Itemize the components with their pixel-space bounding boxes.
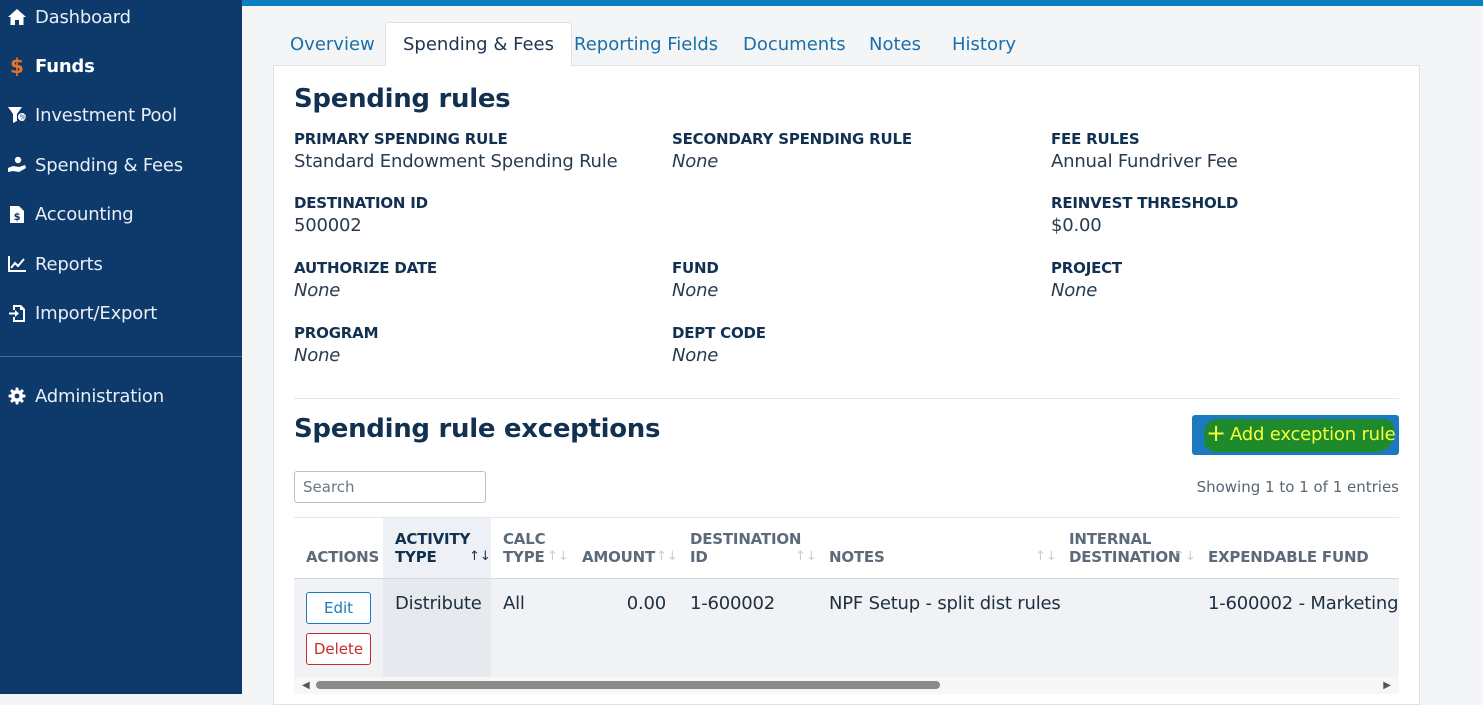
primary-spending-rule-label: PRIMARY SPENDING RULE	[294, 130, 508, 148]
column-header-internal-destination[interactable]: INTERNAL DESTINATION	[1069, 530, 1180, 566]
sidebar-item-label: Investment Pool	[35, 104, 177, 126]
secondary-spending-rule-label: SECONDARY SPENDING RULE	[672, 130, 912, 148]
percent-filter-icon: %	[7, 105, 27, 125]
home-icon	[7, 7, 27, 27]
sort-asc-desc-icon[interactable]: ↑↓	[469, 549, 491, 564]
scroll-right-icon[interactable]: ▶	[1383, 677, 1391, 694]
sidebar-item-import-export[interactable]: Import/Export	[0, 296, 242, 330]
column-header-amount[interactable]: AMOUNT	[582, 548, 655, 566]
sidebar-item-label: Administration	[35, 385, 164, 407]
cell-notes: NPF Setup - split dist rules	[829, 593, 1061, 614]
cell-expendable-fund: 1-600002 - Marketing G	[1208, 593, 1399, 614]
sort-icon[interactable]: ↑↓	[656, 549, 678, 564]
tab-documents[interactable]: Documents	[726, 22, 863, 66]
sidebar-item-label: Funds	[35, 55, 95, 77]
header-line: ACTIVITY	[395, 530, 471, 548]
search-input[interactable]	[294, 471, 486, 503]
project-label: PROJECT	[1051, 259, 1122, 277]
top-accent-bar	[242, 0, 1483, 6]
tab-spending-fees[interactable]: Spending & Fees	[385, 22, 572, 66]
chart-line-icon	[7, 254, 27, 274]
dept-code-label: DEPT CODE	[672, 324, 766, 342]
tab-notes[interactable]: Notes	[852, 22, 938, 66]
header-line: TYPE	[503, 548, 545, 566]
destination-id-label: DESTINATION ID	[294, 194, 428, 212]
program-value: None	[294, 345, 341, 366]
authorize-date-label: AUTHORIZE DATE	[294, 259, 437, 277]
fee-rules-label: FEE RULES	[1051, 130, 1140, 148]
entries-info: Showing 1 to 1 of 1 entries	[1196, 478, 1399, 496]
dollar-icon: $	[10, 54, 24, 78]
header-line: CALC	[503, 530, 546, 548]
column-header-actions: ACTIONS	[306, 548, 380, 566]
sidebar-item-label: Dashboard	[35, 6, 131, 28]
import-icon	[7, 303, 27, 323]
spending-rule-exceptions-heading: Spending rule exceptions	[294, 414, 661, 444]
cell-destination-id: 1-600002	[690, 593, 776, 614]
scrollbar-thumb[interactable]	[316, 681, 940, 689]
sidebar: Dashboard $ Funds % Investment Pool Spen…	[0, 0, 242, 694]
fee-rules-value: Annual Fundriver Fee	[1051, 151, 1238, 172]
fund-value: None	[672, 280, 719, 301]
sidebar-item-spending-fees[interactable]: Spending & Fees	[0, 148, 242, 182]
header-line: DESTINATION	[1069, 548, 1181, 566]
header-line: ID	[690, 548, 708, 566]
gear-icon	[7, 386, 27, 406]
cell-calc-type: All	[503, 593, 525, 614]
sort-icon[interactable]: ↑↓	[547, 549, 569, 564]
authorize-date-value: None	[294, 280, 341, 301]
sort-icon[interactable]: ↑↓	[795, 549, 817, 564]
sidebar-item-funds[interactable]: $ Funds	[0, 49, 242, 83]
cell-amount: 0.00	[626, 593, 666, 614]
tab-history[interactable]: History	[935, 22, 1033, 66]
sidebar-item-investment-pool[interactable]: % Investment Pool	[0, 98, 242, 132]
sidebar-item-label: Import/Export	[35, 302, 158, 324]
svg-text:$: $	[14, 212, 21, 223]
secondary-spending-rule-value: None	[672, 151, 719, 172]
section-divider	[294, 398, 1399, 399]
add-exception-rule-button[interactable]: + Add exception rule	[1192, 415, 1399, 455]
column-header-notes[interactable]: NOTES	[829, 548, 885, 566]
sidebar-item-label: Spending & Fees	[35, 154, 183, 176]
project-value: None	[1051, 280, 1098, 301]
sidebar-item-administration[interactable]: Administration	[0, 379, 242, 413]
sidebar-item-label: Accounting	[35, 203, 134, 225]
header-line: DESTINATION	[690, 530, 802, 548]
svg-text:%: %	[20, 114, 27, 122]
fund-label: FUND	[672, 259, 719, 277]
dept-code-value: None	[672, 345, 719, 366]
destination-id-value: 500002	[294, 215, 362, 236]
add-exception-rule-label: Add exception rule	[1230, 424, 1396, 445]
primary-spending-rule-value: Standard Endowment Spending Rule	[294, 151, 618, 172]
sidebar-item-label: Reports	[35, 253, 103, 275]
column-header-calc-type[interactable]: CALC TYPE	[503, 530, 546, 566]
hand-coin-icon	[7, 155, 27, 175]
scroll-left-icon[interactable]: ◀	[302, 677, 310, 694]
cell-activity-type: Distribute	[395, 593, 482, 614]
horizontal-scrollbar[interactable]: ◀ ▶	[294, 677, 1399, 694]
header-line: INTERNAL	[1069, 530, 1152, 548]
sort-icon[interactable]: ↑↓	[1035, 549, 1057, 564]
sidebar-divider	[0, 356, 242, 357]
spending-rules-heading: Spending rules	[294, 84, 511, 114]
sort-icon[interactable]: ↑↓	[1174, 549, 1196, 564]
tab-reporting-fields[interactable]: Reporting Fields	[557, 22, 735, 66]
document-dollar-icon: $	[7, 204, 27, 224]
header-line: TYPE	[395, 548, 437, 566]
column-header-activity-type[interactable]: ACTIVITY TYPE	[395, 530, 470, 566]
sidebar-item-reports[interactable]: Reports	[0, 247, 242, 281]
delete-button[interactable]: Delete	[306, 633, 371, 665]
edit-button[interactable]: Edit	[306, 592, 371, 624]
reinvest-threshold-value: $0.00	[1051, 215, 1102, 236]
program-label: PROGRAM	[294, 324, 379, 342]
plus-icon: +	[1206, 419, 1227, 447]
column-header-destination-id[interactable]: DESTINATION ID	[690, 530, 801, 566]
column-header-expendable-fund[interactable]: EXPENDABLE FUND	[1208, 548, 1369, 566]
reinvest-threshold-label: REINVEST THRESHOLD	[1051, 194, 1239, 212]
sidebar-item-dashboard[interactable]: Dashboard	[0, 0, 242, 34]
sidebar-item-accounting[interactable]: $ Accounting	[0, 197, 242, 231]
tab-overview[interactable]: Overview	[273, 22, 392, 66]
